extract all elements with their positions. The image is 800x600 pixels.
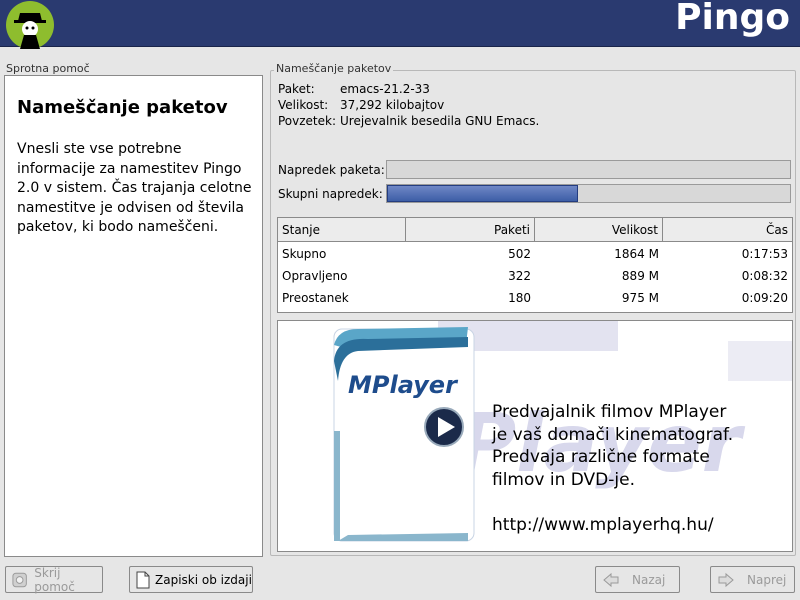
table-cell: Preostanek (282, 291, 349, 305)
brand-title: Pingo (675, 0, 790, 38)
table-cell: 1864 M (614, 247, 659, 261)
hide-help-label: Skrij pomoč (34, 565, 75, 594)
table-cell: 975 M (621, 291, 659, 305)
next-button[interactable]: Naprej (710, 566, 795, 593)
table-cell: 0:09:20 (741, 291, 788, 305)
table-cell: 0:08:32 (741, 269, 788, 283)
info-value: 37,292 kilobajtov (340, 98, 445, 112)
total-progress-label: Skupni napredek: (278, 187, 383, 201)
release-notes-button[interactable]: Zapiski ob izdaji (129, 566, 253, 593)
next-label: Naprej (747, 572, 787, 587)
info-key: Paket: (278, 82, 315, 96)
banner-description: Predvajalnik filmov MPlayer je vaš domač… (492, 401, 782, 536)
back-label: Nazaj (632, 572, 666, 587)
package-status-table: Stanje Paketi Velikost Čas Skupno 502 18… (277, 217, 793, 313)
install-group-label: Nameščanje paketov (274, 62, 394, 75)
header-bar: Pingo (0, 0, 800, 49)
col-header-size[interactable]: Velikost (535, 218, 663, 242)
table-cell: Opravljeno (282, 269, 348, 283)
banner-line: Predvajalnik filmov MPlayer (492, 402, 727, 422)
info-key: Povzetek: (278, 114, 337, 128)
info-row-summary: Povzetek: Urejevalnik besedila GNU Emacs. (278, 114, 539, 128)
info-key: Velikost: (278, 98, 329, 112)
col-header-packages[interactable]: Paketi (406, 218, 535, 242)
distro-logo-icon (6, 1, 54, 49)
package-progress-label: Napredek paketa: (278, 163, 385, 177)
banner-line: Predvaja različne formate (492, 447, 710, 467)
help-body-text: Vnesli ste vse potrebne informacije za n… (17, 141, 252, 235)
table-cell: 0:17:53 (741, 247, 788, 261)
total-progress-fill (387, 185, 578, 202)
help-pane-label: Sprotna pomoč (6, 62, 90, 75)
release-notes-label: Zapiski ob izdaji (155, 572, 252, 587)
info-row-package: Paket: emacs-21.2-33 (278, 82, 430, 96)
info-row-size: Velikost: 37,292 kilobajtov (278, 98, 444, 112)
document-icon (136, 571, 150, 588)
banner-line: filmov in DVD-je. (492, 469, 635, 490)
total-progress-bar (386, 184, 791, 203)
hide-help-button[interactable]: Skrij pomoč (5, 565, 103, 594)
help-pane: Nameščanje paketov Vnesli ste vse potreb… (4, 75, 263, 557)
info-value: emacs-21.2-33 (340, 82, 430, 96)
arrow-left-icon (603, 572, 619, 587)
play-icon (424, 407, 464, 447)
info-value: Urejevalnik besedila GNU Emacs. (340, 114, 540, 128)
arrow-right-icon (718, 572, 734, 587)
banner-line: je vaš domači kinematograf. (492, 424, 734, 445)
package-banner: MPlayer MPlayer Predvajalnik filmov MPla… (277, 320, 793, 552)
help-title: Nameščanje paketov (17, 97, 228, 118)
table-cell: Skupno (282, 247, 327, 261)
table-cell: 322 (508, 269, 531, 283)
mplayer-logo-text: MPlayer (348, 371, 457, 399)
col-header-status[interactable]: Stanje (278, 218, 406, 242)
table-cell: 180 (508, 291, 531, 305)
back-button[interactable]: Nazaj (595, 566, 680, 593)
table-cell: 889 M (621, 269, 659, 283)
package-progress-bar (386, 160, 791, 179)
col-header-time[interactable]: Čas (663, 218, 792, 242)
banner-url: http://www.mplayerhq.hu/ (492, 514, 714, 535)
banner-spacer (492, 491, 782, 514)
help-toggle-icon (12, 572, 27, 587)
table-cell: 502 (508, 247, 531, 261)
